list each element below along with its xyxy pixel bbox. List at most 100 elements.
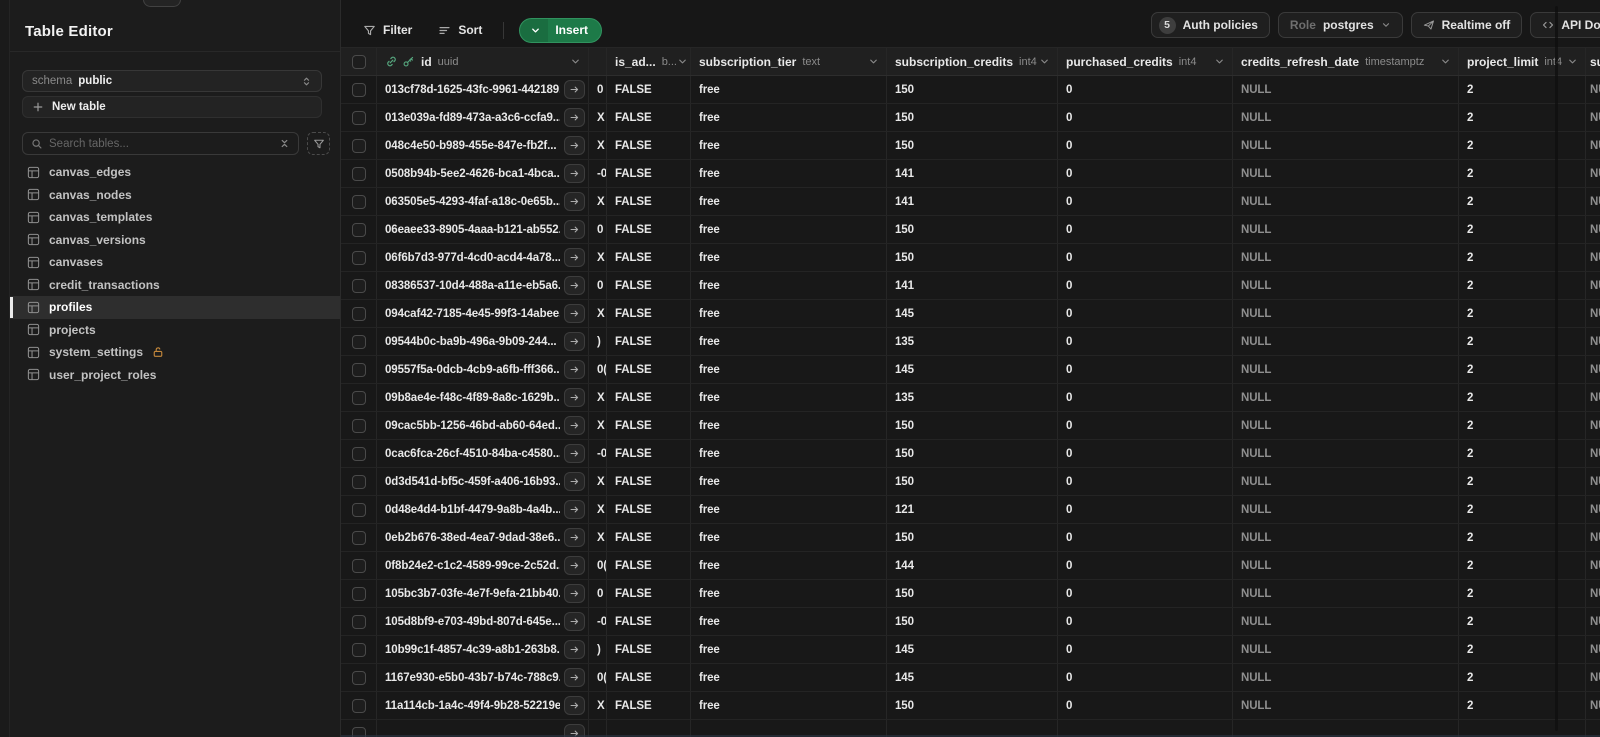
credits_refresh_date-cell[interactable]: NULL [1233,580,1459,607]
row-checkbox[interactable] [351,614,366,629]
clipped-cell[interactable]: X [589,188,607,215]
expand-row-button[interactable] [564,332,585,351]
chevron-down-icon[interactable] [1567,56,1578,67]
subscription_tier-cell[interactable]: free [691,132,887,159]
credits_refresh_date-cell[interactable]: NULL [1233,608,1459,635]
subscription_credits-cell[interactable]: 150 [887,524,1058,551]
column-header-id[interactable]: id uuid [377,48,589,75]
subscription_tier-cell[interactable]: free [691,384,887,411]
project_limit-cell[interactable]: 2 [1459,692,1586,719]
new-table-button[interactable]: New table [22,96,322,118]
purchased_credits-cell[interactable]: 0 [1058,692,1233,719]
subscription_credits-cell[interactable]: 150 [887,412,1058,439]
su-cell[interactable]: NULL [1586,132,1600,159]
purchased_credits-cell[interactable]: 0 [1058,580,1233,607]
subscription_credits-cell[interactable]: 145 [887,300,1058,327]
is_admin-cell[interactable]: FALSE [607,244,691,271]
su-cell[interactable]: NULL [1586,412,1600,439]
sidebar-item-profiles[interactable]: profiles [10,296,340,319]
is_admin-cell[interactable]: FALSE [607,160,691,187]
subscription_tier-cell[interactable]: free [691,524,887,551]
is_admin-cell[interactable]: FALSE [607,636,691,663]
role-selector[interactable]: Role postgres [1277,12,1403,38]
clipped-cell[interactable]: X [589,384,607,411]
su-cell[interactable]: NULL [1586,300,1600,327]
expand-row-button[interactable] [564,472,585,491]
purchased_credits-cell[interactable]: 0 [1058,384,1233,411]
su-cell[interactable]: NULL [1586,440,1600,467]
subscription_credits-cell[interactable]: 150 [887,440,1058,467]
id-cell[interactable]: 013cf78d-1625-43fc-9961-442189... [377,76,589,103]
subscription_tier-cell[interactable]: free [691,440,887,467]
chevron-down-icon[interactable] [868,56,879,67]
subscription_credits-cell[interactable]: 150 [887,132,1058,159]
project_limit-cell[interactable]: 2 [1459,580,1586,607]
project_limit-cell[interactable]: 2 [1459,160,1586,187]
credits_refresh_date-cell[interactable]: NULL [1233,384,1459,411]
project_limit-cell[interactable]: 2 [1459,664,1586,691]
subscription_tier-cell[interactable]: free [691,272,887,299]
clipped-cell[interactable]: 0( [589,664,607,691]
subscription_credits-cell[interactable]: 145 [887,636,1058,663]
row-checkbox[interactable] [351,166,366,181]
subscription_tier-cell[interactable]: free [691,552,887,579]
su-cell[interactable]: NULL [1586,524,1600,551]
project_limit-cell[interactable]: 2 [1459,300,1586,327]
expand-row-button[interactable] [564,528,585,547]
column-header-purchased_credits[interactable]: purchased_credits int4 [1058,48,1233,75]
id-cell[interactable]: 063505e5-4293-4faf-a18c-0e65b... [377,188,589,215]
subscription_credits-cell[interactable]: 141 [887,272,1058,299]
credits_refresh_date-cell[interactable]: NULL [1233,188,1459,215]
subscription_tier-cell[interactable]: free [691,160,887,187]
id-cell[interactable]: 09557f5a-0dcb-4cb9-a6fb-fff366... [377,356,589,383]
subscription_credits-cell[interactable]: 145 [887,356,1058,383]
project_limit-cell[interactable]: 2 [1459,524,1586,551]
is_admin-cell[interactable]: FALSE [607,300,691,327]
project_limit-cell[interactable]: 2 [1459,328,1586,355]
search-tables-input[interactable] [49,137,273,150]
subscription_credits-cell[interactable]: 150 [887,216,1058,243]
subscription_credits-cell[interactable]: 150 [887,608,1058,635]
id-cell[interactable]: 0f8b24e2-c1c2-4589-99ce-2c52d... [377,552,589,579]
credits_refresh_date-cell[interactable]: NULL [1233,412,1459,439]
column-header-subscription_credits[interactable]: subscription_credits int4 [887,48,1058,75]
sort-button[interactable]: Sort [432,17,488,43]
is_admin-cell[interactable]: FALSE [607,692,691,719]
subscription_tier-cell[interactable]: free [691,468,887,495]
su-cell[interactable]: NULL [1586,384,1600,411]
purchased_credits-cell[interactable]: 0 [1058,328,1233,355]
insert-button[interactable]: Insert [519,17,603,43]
clipped-cell[interactable]: 0 [589,76,607,103]
project_limit-cell[interactable]: 2 [1459,636,1586,663]
credits_refresh_date-cell[interactable]: NULL [1233,552,1459,579]
select-all-checkbox[interactable] [351,54,366,69]
id-cell[interactable]: 0eb2b676-38ed-4ea7-9dad-38e6... [377,524,589,551]
sidebar-item-projects[interactable]: projects [10,319,340,342]
purchased_credits-cell[interactable]: 0 [1058,524,1233,551]
column-header-su[interactable]: su [1586,48,1600,75]
expand-row-button[interactable] [564,276,585,295]
project_limit-cell[interactable]: 2 [1459,384,1586,411]
row-checkbox[interactable] [351,306,366,321]
project_limit-cell[interactable]: 2 [1459,272,1586,299]
clipped-cell[interactable]: 0 [589,580,607,607]
clipped-cell[interactable]: X [589,244,607,271]
subscription_credits-cell[interactable]: 141 [887,188,1058,215]
subscription_credits-cell[interactable]: 150 [887,468,1058,495]
id-cell[interactable]: 0508b94b-5ee2-4626-bca1-4bca... [377,160,589,187]
clipped-cell[interactable]: X [589,496,607,523]
id-cell[interactable]: 1167e930-e5b0-43b7-b74c-788c9... [377,664,589,691]
row-checkbox[interactable] [351,642,366,657]
is_admin-cell[interactable]: FALSE [607,272,691,299]
clipped-cell[interactable]: 0 [589,272,607,299]
chevron-down-icon[interactable] [1039,56,1050,67]
is_admin-cell[interactable]: FALSE [607,664,691,691]
clipped-cell[interactable]: X [589,104,607,131]
sidebar-item-system_settings[interactable]: system_settings [10,341,340,364]
sidebar-item-canvas_versions[interactable]: canvas_versions [10,229,340,252]
clipped-cell[interactable]: X [589,132,607,159]
is_admin-cell[interactable]: FALSE [607,76,691,103]
credits_refresh_date-cell[interactable]: NULL [1233,468,1459,495]
su-cell[interactable]: NULL [1586,160,1600,187]
row-checkbox[interactable] [351,586,366,601]
